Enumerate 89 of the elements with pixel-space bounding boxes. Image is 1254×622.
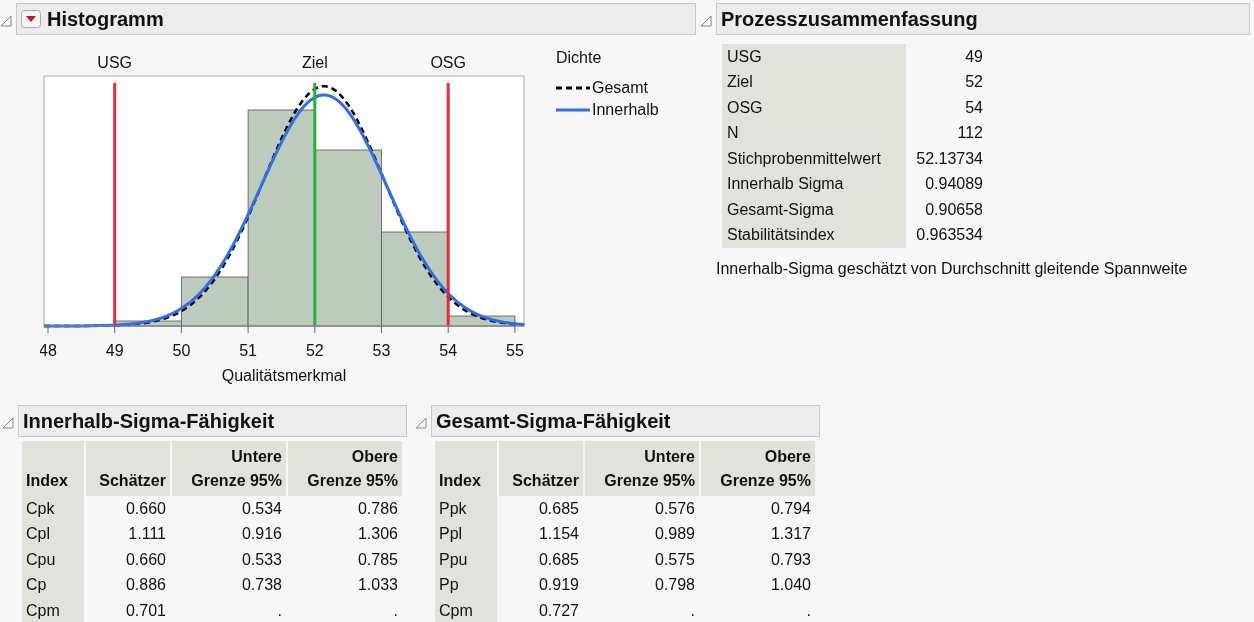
note-text: Innerhalb-Sigma geschätzt von Durchschnitt gleitende Spannweite — [716, 260, 1189, 278]
table-cell-text: 0.793 — [769, 549, 812, 570]
table-cell: Ziel — [722, 69, 906, 95]
table-cell-text: . — [689, 600, 696, 621]
table-cell: Stabilitätsindex — [722, 222, 906, 248]
table-cell: Innerhalb Sigma — [722, 171, 906, 197]
table-cell: Cpm — [435, 598, 497, 622]
table-cell-text: 0.660 — [124, 498, 167, 519]
table-cell-text: 0.786 — [356, 498, 399, 519]
axis-tick-label: 48 — [40, 342, 57, 359]
table-cell: Cpl — [22, 521, 84, 547]
table-cell-text: 0.685 — [537, 549, 580, 570]
column-header: Schätzer — [86, 441, 170, 496]
table-cell: Stichprobenmittelwert — [722, 146, 906, 172]
table-cell-text: 0.660 — [124, 549, 167, 570]
table-cell: Cp — [22, 572, 84, 598]
table-cell-text: 0.701 — [124, 600, 167, 621]
table-cell: 52.13734 — [906, 146, 988, 172]
table-cell-text: 0.785 — [356, 549, 399, 570]
section-header[interactable]: Gesamt-Sigma-Fähigkeit — [431, 405, 820, 437]
table-cell-text: 1.111 — [127, 524, 167, 545]
dropdown-menu-icon[interactable] — [21, 10, 41, 28]
axis-tick-label: 52 — [305, 342, 324, 359]
table-cell-text: 0.685 — [537, 498, 580, 519]
table-cell: N — [722, 120, 906, 146]
column-header: Obere Grenze 95% — [288, 441, 402, 496]
table-cell-text: 0.576 — [653, 498, 696, 519]
table-cell-text: 1.033 — [356, 575, 399, 596]
spec-limit-label: Ziel — [301, 54, 328, 71]
table-cell-text: . — [392, 600, 399, 621]
column-header: Index — [22, 441, 84, 496]
axis-title: Qualitätsmerkmal — [221, 367, 347, 384]
legend-label: Gesamt — [592, 79, 648, 97]
section-header[interactable]: Histogramm — [16, 3, 696, 35]
axis-tick-label: 54 — [439, 342, 458, 359]
table-cell: 0.90658 — [906, 197, 988, 223]
axis-tick-label: 50 — [172, 342, 191, 359]
table-cell-text: 0.738 — [240, 575, 283, 596]
table-cell: 0.963534 — [906, 222, 988, 248]
spec-limit-label: USG — [97, 54, 133, 71]
table-cell-text: 0.919 — [537, 575, 580, 596]
section-header[interactable]: Innerhalb-Sigma-Fähigkeit — [18, 405, 407, 437]
table-cell: Ppu — [435, 547, 497, 573]
table-cell: 112 — [906, 120, 988, 146]
disclosure-icon[interactable] — [415, 417, 427, 429]
table-cell-text: 1.306 — [356, 524, 399, 545]
column-header: Untere Grenze 95% — [172, 441, 286, 496]
table-cell-text: . — [276, 600, 283, 621]
legend-label: Innerhalb — [592, 101, 659, 119]
table-cell-text: 0.727 — [537, 600, 580, 621]
disclosure-icon[interactable] — [0, 15, 12, 27]
table-cell-text: 1.040 — [769, 575, 812, 596]
table-cell: 0.94089 — [906, 171, 988, 197]
table-cell-text: 0.534 — [240, 498, 283, 519]
section-header[interactable]: Prozesszusammenfassung — [716, 3, 1250, 35]
table-cell: 54 — [906, 95, 988, 121]
table-cell-text: . — [805, 600, 812, 621]
table-cell: 49 — [906, 44, 988, 70]
axis-tick-label: 55 — [506, 342, 524, 359]
table-cell-text: 0.989 — [653, 524, 696, 545]
table-cell-text: 0.916 — [240, 524, 283, 545]
table-cell-text: 1.154 — [537, 524, 580, 545]
table-cell: Ppl — [435, 521, 497, 547]
table-cell-text: 0.798 — [653, 575, 696, 596]
table-cell: Gesamt-Sigma — [722, 197, 906, 223]
table-cell-text: 0.886 — [124, 575, 167, 596]
table-cell: Cpk — [22, 496, 84, 522]
table-cell-text: 0.575 — [653, 549, 696, 570]
table-cell: Cpu — [22, 547, 84, 573]
table-cell: OSG — [722, 95, 906, 121]
legend-title: Dichte — [556, 49, 603, 67]
axis-tick-label: 53 — [372, 342, 391, 359]
table-cell: Cpm — [22, 598, 84, 622]
axis-tick-label: 49 — [105, 342, 124, 359]
table-cell: Ppk — [435, 496, 497, 522]
table-cell: 52 — [906, 69, 988, 95]
disclosure-icon[interactable] — [2, 417, 14, 429]
disclosure-icon[interactable] — [700, 15, 712, 27]
axis-tick-label: 51 — [239, 342, 257, 359]
column-header: Obere Grenze 95% — [701, 441, 815, 496]
column-header: Schätzer — [499, 441, 583, 496]
table-cell-text: 0.794 — [769, 498, 812, 519]
table-cell-text: 1.317 — [769, 524, 812, 545]
column-header: Untere Grenze 95% — [585, 441, 699, 496]
table-cell: USG — [722, 44, 906, 70]
table-cell: Pp — [435, 572, 497, 598]
column-header: Index — [435, 441, 497, 496]
spec-limit-label: OSG — [430, 54, 466, 71]
table-cell-text: 0.533 — [240, 549, 283, 570]
